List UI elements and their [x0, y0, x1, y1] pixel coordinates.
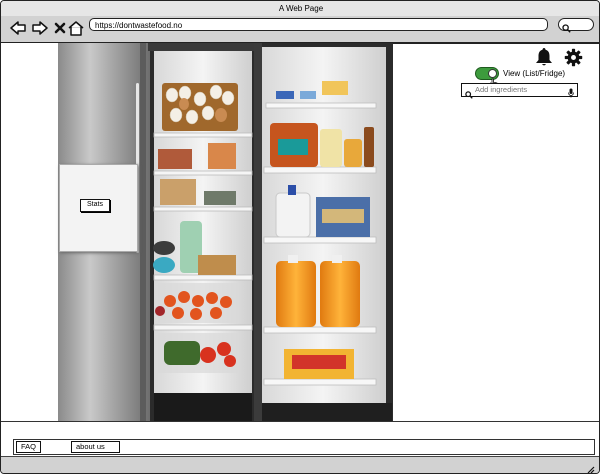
window-title: A Web Page — [278, 4, 324, 13]
browser-toolbar: https://dontwastefood.no — [1, 16, 599, 44]
about-us-button[interactable]: about us — [71, 441, 120, 453]
status-bar — [1, 456, 599, 473]
search-icon — [465, 86, 473, 104]
stats-panel: Stats — [59, 164, 138, 252]
ingredient-search-placeholder: Add ingredients — [475, 85, 528, 94]
browser-window: A Web Page https://dontwastefood.no Stat… — [0, 0, 600, 474]
ingredient-search-input[interactable]: Add ingredients — [461, 83, 578, 99]
home-icon[interactable] — [67, 19, 85, 37]
resize-grip-icon[interactable] — [585, 461, 595, 473]
footer: FAQ about us — [13, 439, 595, 455]
view-toggle-label: View (List/Fridge) — [503, 69, 566, 78]
browser-search-field[interactable] — [558, 18, 594, 33]
faq-button[interactable]: FAQ — [16, 441, 42, 453]
title-bar: A Web Page — [1, 1, 599, 17]
stats-button[interactable]: Stats — [80, 199, 110, 212]
bottom-divider — [1, 421, 599, 440]
address-bar[interactable]: https://dontwastefood.no — [89, 18, 548, 31]
forward-arrow-icon[interactable] — [31, 19, 49, 37]
gear-icon[interactable] — [564, 48, 583, 72]
left-sidebar — [1, 43, 59, 421]
back-arrow-icon[interactable] — [9, 19, 27, 37]
microphone-icon[interactable] — [568, 85, 574, 103]
search-icon — [562, 20, 571, 38]
